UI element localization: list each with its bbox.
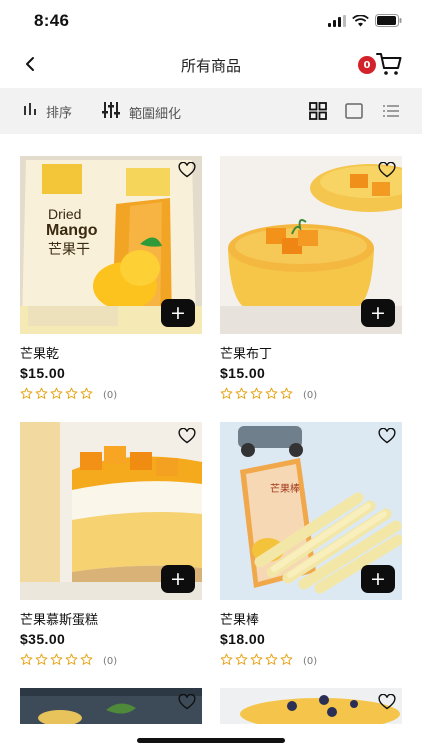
heart-icon[interactable] bbox=[178, 161, 196, 182]
grid-view-icon[interactable] bbox=[309, 102, 327, 124]
star-icon bbox=[265, 387, 278, 403]
single-view-icon[interactable] bbox=[345, 102, 363, 124]
star-icon bbox=[80, 387, 93, 403]
product-image[interactable] bbox=[20, 688, 202, 724]
rating-count: (0) bbox=[303, 655, 318, 667]
nav-bar: 所有商品 0 bbox=[0, 44, 422, 86]
bar-chart-icon bbox=[22, 101, 38, 121]
cart-count-badge: 0 bbox=[358, 56, 376, 74]
heart-icon[interactable] bbox=[178, 693, 196, 714]
add-to-cart-button[interactable]: + bbox=[361, 299, 395, 327]
plus-icon: + bbox=[370, 567, 386, 590]
sliders-icon bbox=[101, 101, 121, 123]
star-icon bbox=[80, 653, 93, 669]
refine-label: 範圍細化 bbox=[129, 106, 182, 122]
star-icon bbox=[280, 653, 293, 669]
product-name[interactable]: 芒果棒 bbox=[220, 609, 402, 628]
product-price: $35.00 bbox=[20, 631, 66, 647]
star-icon bbox=[20, 653, 33, 669]
star-icon bbox=[20, 387, 33, 403]
status-bar: 8:46 bbox=[0, 0, 422, 40]
product-card[interactable]: 芒果棒 + 芒果棒 $18.00 (0) bbox=[220, 422, 402, 669]
status-icons bbox=[328, 12, 402, 31]
product-card[interactable] bbox=[220, 688, 402, 724]
product-name[interactable]: 芒果慕斯蛋糕 bbox=[20, 609, 202, 628]
star-icon bbox=[235, 387, 248, 403]
heart-icon[interactable] bbox=[378, 693, 396, 714]
product-card[interactable] bbox=[20, 688, 202, 724]
wifi-icon bbox=[352, 12, 369, 31]
filter-bar: 排序 範圍細化 bbox=[0, 88, 422, 134]
rating-count: (0) bbox=[303, 389, 318, 401]
plus-icon: + bbox=[370, 301, 386, 324]
product-card[interactable]: + 芒果布丁 $15.00 (0) bbox=[220, 156, 402, 403]
product-name[interactable]: 芒果乾 bbox=[20, 343, 202, 362]
star-icon bbox=[280, 387, 293, 403]
product-image[interactable]: + bbox=[220, 156, 402, 334]
star-icon bbox=[250, 653, 263, 669]
heart-icon[interactable] bbox=[378, 427, 396, 448]
rating-count: (0) bbox=[103, 389, 118, 401]
bag-text-cn: 芒果干 bbox=[48, 242, 90, 258]
product-rating: (0) bbox=[20, 653, 202, 669]
star-icon bbox=[265, 653, 278, 669]
product-image[interactable]: 芒果棒 + bbox=[220, 422, 402, 600]
plus-icon: + bbox=[170, 301, 186, 324]
star-icon bbox=[250, 387, 263, 403]
plus-icon: + bbox=[170, 567, 186, 590]
list-view-icon[interactable] bbox=[382, 102, 400, 124]
bag-text-mango: Mango bbox=[46, 222, 98, 239]
product-rating: (0) bbox=[220, 387, 402, 403]
product-image[interactable]: Dried Mango 芒果干 + bbox=[20, 156, 202, 334]
star-icon bbox=[35, 387, 48, 403]
product-card[interactable]: + 芒果慕斯蛋糕 $35.00 (0) bbox=[20, 422, 202, 669]
add-to-cart-button[interactable]: + bbox=[161, 299, 195, 327]
product-price: $15.00 bbox=[20, 365, 66, 381]
product-name[interactable]: 芒果布丁 bbox=[220, 343, 402, 362]
status-time: 8:46 bbox=[34, 11, 70, 30]
cart-icon bbox=[376, 52, 402, 80]
sort-button[interactable]: 排序 bbox=[22, 101, 72, 121]
add-to-cart-button[interactable]: + bbox=[361, 565, 395, 593]
bag-text-dried: Dried bbox=[48, 206, 81, 222]
sort-label: 排序 bbox=[46, 105, 73, 121]
star-icon bbox=[50, 387, 63, 403]
star-icon bbox=[65, 653, 78, 669]
product-card[interactable]: Dried Mango 芒果干 + 芒果乾 $15.00 (0) bbox=[20, 156, 202, 403]
heart-icon[interactable] bbox=[178, 427, 196, 448]
battery-icon bbox=[375, 12, 402, 31]
add-to-cart-button[interactable]: + bbox=[161, 565, 195, 593]
star-icon bbox=[35, 653, 48, 669]
cart-button[interactable]: 0 bbox=[358, 50, 402, 80]
signal-icon bbox=[328, 12, 346, 31]
product-price: $15.00 bbox=[220, 365, 266, 381]
sticks-pack-label: 芒果棒 bbox=[270, 482, 300, 495]
star-icon bbox=[235, 653, 248, 669]
home-indicator[interactable] bbox=[137, 738, 285, 743]
product-rating: (0) bbox=[220, 653, 402, 669]
product-image[interactable]: + bbox=[20, 422, 202, 600]
star-icon bbox=[220, 387, 233, 403]
product-rating: (0) bbox=[20, 387, 202, 403]
product-image[interactable] bbox=[220, 688, 402, 724]
rating-count: (0) bbox=[103, 655, 118, 667]
heart-icon[interactable] bbox=[378, 161, 396, 182]
refine-button[interactable]: 範圍細化 bbox=[101, 101, 181, 123]
product-price: $18.00 bbox=[220, 631, 266, 647]
star-icon bbox=[65, 387, 78, 403]
star-icon bbox=[50, 653, 63, 669]
star-icon bbox=[220, 653, 233, 669]
